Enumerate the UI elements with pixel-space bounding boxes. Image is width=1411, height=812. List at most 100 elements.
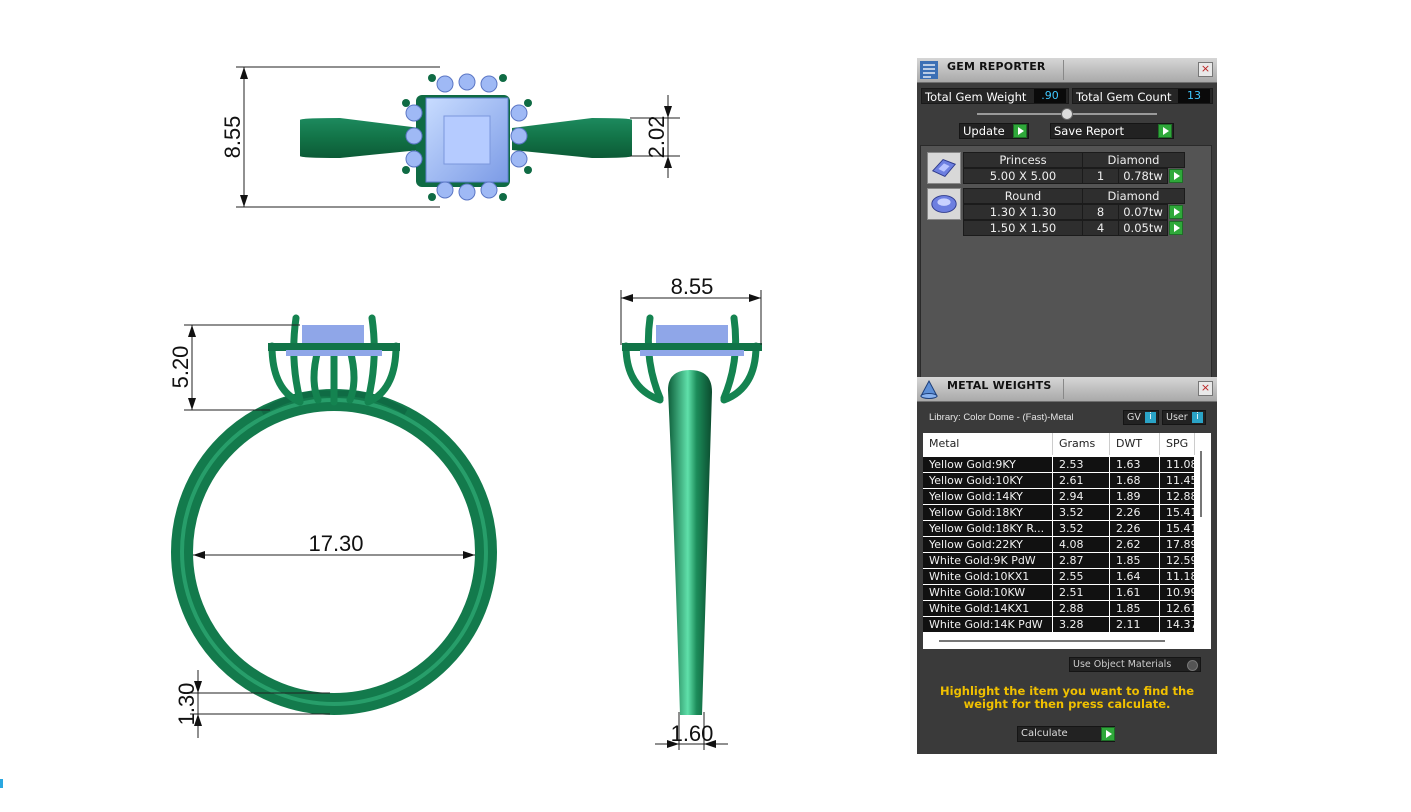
table-row[interactable]: White Gold:14K PdW 3.28 2.11 14.37 — [923, 617, 1195, 632]
dwt-cell: 1.68 — [1110, 473, 1160, 488]
close-button[interactable]: × — [1198, 381, 1213, 396]
princess-gem-icon[interactable] — [927, 152, 961, 184]
metal-weights-panel: METAL WEIGHTS × Library: Color Dome - (F… — [917, 377, 1217, 754]
dwt-cell: 2.26 — [1110, 505, 1160, 520]
total-gem-count-value: 13 — [1178, 89, 1210, 103]
save-report-button[interactable]: Save Report — [1050, 123, 1174, 139]
title-divider — [1063, 379, 1064, 399]
dwt-cell: 1.85 — [1110, 601, 1160, 616]
total-gem-weight-value: .90 — [1034, 89, 1066, 103]
gem-weight: 0.05tw — [1118, 220, 1168, 236]
grams-cell: 3.52 — [1053, 505, 1110, 520]
spg-cell: 14.37 — [1160, 617, 1195, 632]
metal-name-cell: White Gold:14KX1 — [923, 601, 1053, 616]
calculate-go-icon[interactable] — [1101, 727, 1115, 741]
dimension-label: 8.55 — [220, 116, 245, 159]
table-row[interactable]: White Gold:10KW 2.51 1.61 10.99 — [923, 585, 1195, 600]
vertical-scrollbar[interactable] — [1200, 451, 1202, 517]
label-text: Total Gem Weight — [925, 90, 1027, 104]
table-row[interactable]: Yellow Gold:14KY 2.94 1.89 12.88 — [923, 489, 1195, 504]
grams-cell: 2.55 — [1053, 569, 1110, 584]
metal-name-cell: White Gold:10KW — [923, 585, 1053, 600]
table-row[interactable]: Yellow Gold:10KY 2.61 1.68 11.45 — [923, 473, 1195, 488]
metal-table: Metal Grams DWT SPG Yellow Gold:9KY 2.53 1… — [923, 433, 1211, 649]
toggle-label: GV — [1127, 412, 1141, 423]
spg-cell: 10.99 — [1160, 585, 1195, 600]
metal-name-cell: Yellow Gold:18KY — [923, 505, 1053, 520]
gem-material-header: Diamond — [1082, 188, 1185, 204]
gem-size[interactable]: 1.50 X 1.50 — [963, 220, 1083, 236]
update-go-icon[interactable] — [1013, 124, 1027, 138]
button-label: Calculate — [1021, 728, 1068, 739]
table-row[interactable]: White Gold:10KX1 2.55 1.64 11.18 — [923, 569, 1195, 584]
button-label: Update — [963, 124, 1005, 138]
spg-cell: 12.88 — [1160, 489, 1195, 504]
gem-shape-header: Round — [963, 188, 1083, 204]
info-icon[interactable]: i — [1145, 412, 1156, 423]
grams-cell: 2.53 — [1053, 457, 1110, 472]
dimension-label: 2.02 — [644, 116, 669, 159]
column-header-spg[interactable]: SPG — [1160, 433, 1195, 455]
gem-reporter-titlebar[interactable]: GEM REPORTER × — [917, 58, 1217, 83]
toggle-label: Use Object Materials — [1073, 659, 1172, 670]
table-row[interactable]: Yellow Gold:18KY R... 3.52 2.26 15.41 — [923, 521, 1195, 536]
grams-cell: 2.88 — [1053, 601, 1110, 616]
grams-cell: 3.52 — [1053, 521, 1110, 536]
metal-name-cell: White Gold:9K PdW — [923, 553, 1053, 568]
metal-name-cell: Yellow Gold:18KY R... — [923, 521, 1053, 536]
top-view: 8.55 2.02 — [220, 66, 680, 208]
table-row[interactable]: Yellow Gold:22KY 4.08 2.62 17.89 — [923, 537, 1195, 552]
dwt-cell: 2.62 — [1110, 537, 1160, 552]
button-label: Save Report — [1054, 124, 1125, 138]
grams-cell: 4.08 — [1053, 537, 1110, 552]
table-row[interactable]: White Gold:9K PdW 2.87 1.85 12.59 — [923, 553, 1195, 568]
save-report-go-icon[interactable] — [1158, 124, 1172, 138]
table-row[interactable]: Yellow Gold:9KY 2.53 1.63 11.08 — [923, 457, 1195, 472]
spg-cell: 17.89 — [1160, 537, 1195, 552]
dimension-label: 8.55 — [671, 274, 714, 299]
grams-cell: 3.28 — [1053, 617, 1110, 632]
column-header-dwt[interactable]: DWT — [1110, 433, 1160, 455]
slider-handle[interactable] — [1061, 108, 1073, 120]
metal-name-cell: White Gold:10KX1 — [923, 569, 1053, 584]
front-view: 5.20 17.30 1.30 — [168, 314, 497, 738]
use-object-materials-toggle[interactable]: Use Object Materials — [1069, 657, 1201, 672]
spg-cell: 12.61 — [1160, 601, 1195, 616]
round-gem-icon[interactable] — [927, 188, 961, 220]
gem-material-header: Diamond — [1082, 152, 1185, 168]
gem-count: 4 — [1082, 220, 1119, 236]
grams-cell: 2.51 — [1053, 585, 1110, 600]
gem-shape-header: Princess — [963, 152, 1083, 168]
gem-row-go-icon[interactable] — [1169, 221, 1183, 235]
column-header-metal[interactable]: Metal — [923, 433, 1053, 455]
gem-size[interactable]: 5.00 X 5.00 — [963, 168, 1083, 184]
close-button[interactable]: × — [1198, 62, 1213, 77]
spg-cell: 15.41 — [1160, 521, 1195, 536]
dwt-cell: 1.89 — [1110, 489, 1160, 504]
horizontal-scrollbar[interactable] — [939, 640, 1165, 642]
label-text: Total Gem Count — [1076, 90, 1172, 104]
metal-name-cell: Yellow Gold:10KY — [923, 473, 1053, 488]
table-row[interactable]: White Gold:14KX1 2.88 1.85 12.61 — [923, 601, 1195, 616]
round-gem-icon — [931, 195, 957, 213]
gem-weight: 0.78tw — [1118, 168, 1168, 184]
gem-row-go-icon[interactable] — [1169, 205, 1183, 219]
dwt-cell: 1.61 — [1110, 585, 1160, 600]
gem-list: Princess Diamond 5.00 X 5.00 1 0.78tw Ro… — [920, 145, 1212, 380]
table-row[interactable]: Yellow Gold:18KY 3.52 2.26 15.41 — [923, 505, 1195, 520]
title-divider — [1063, 60, 1064, 80]
gem-size[interactable]: 1.30 X 1.30 — [963, 204, 1083, 220]
dwt-cell: 1.63 — [1110, 457, 1160, 472]
spg-cell: 11.18 — [1160, 569, 1195, 584]
instruction-text: Highlight the item you want to find the … — [940, 684, 1194, 711]
gem-row-go-icon[interactable] — [1169, 169, 1183, 183]
panel-title: METAL WEIGHTS — [947, 379, 1052, 392]
radio-icon[interactable] — [1187, 660, 1198, 671]
grams-cell: 2.61 — [1053, 473, 1110, 488]
metal-weights-titlebar[interactable]: METAL WEIGHTS × — [917, 377, 1217, 402]
info-icon[interactable]: i — [1192, 412, 1203, 423]
column-header-grams[interactable]: Grams — [1053, 433, 1110, 455]
gem-count: 8 — [1082, 204, 1119, 220]
metal-name-cell: Yellow Gold:22KY — [923, 537, 1053, 552]
metal-name-cell: Yellow Gold:9KY — [923, 457, 1053, 472]
